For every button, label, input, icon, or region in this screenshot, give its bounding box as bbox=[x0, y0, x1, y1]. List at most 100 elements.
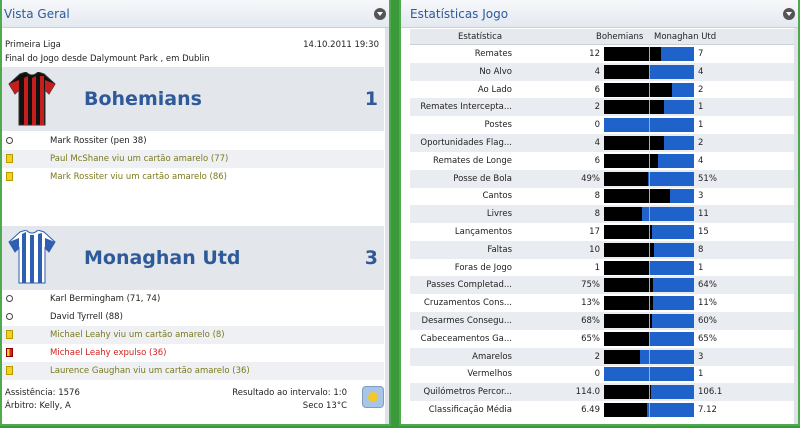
event-text: Mark Rossiter viu um cartão amarelo (86) bbox=[50, 172, 227, 182]
stat-away-value: 2 bbox=[698, 138, 704, 148]
stat-label: Livres bbox=[486, 209, 512, 220]
match-status: Final do Jogo desde Dalymount Park , em … bbox=[5, 54, 210, 64]
stat-bar-divider bbox=[649, 260, 650, 275]
stat-away-value: 2 bbox=[698, 84, 704, 95]
referee: Árbitro: Kelly, A bbox=[5, 401, 71, 411]
stat-label: Lançamentos bbox=[454, 227, 512, 237]
stat-label: Amarelos bbox=[472, 351, 512, 362]
away-shirt-icon bbox=[8, 230, 56, 284]
stat-home-value: 0 bbox=[594, 120, 600, 131]
stat-bar bbox=[604, 242, 694, 257]
stat-bar-home bbox=[604, 225, 652, 239]
stat-row: Cabeceamentos Ga... 65% 65% bbox=[410, 330, 794, 348]
stat-label: Postes bbox=[484, 120, 512, 131]
home-shirt-icon bbox=[8, 72, 56, 126]
halftime-result: Resultado ao intervalo: 1:0 bbox=[232, 388, 347, 398]
event-text: Laurence Gaughan viu um cartão amarelo (… bbox=[50, 366, 250, 376]
stat-away-value: 11 bbox=[698, 209, 709, 220]
stat-bar-home bbox=[604, 314, 652, 328]
stat-bar-divider bbox=[649, 171, 650, 186]
goal-ball-icon bbox=[6, 313, 13, 320]
home-team-block: Bohemians 1 bbox=[2, 67, 384, 131]
stat-bar-divider bbox=[649, 403, 650, 417]
stats-scrollbar[interactable] bbox=[794, 28, 798, 424]
stat-bar-divider bbox=[649, 100, 650, 115]
stat-home-value: 75% bbox=[581, 280, 600, 291]
stat-away-value: 7 bbox=[698, 49, 704, 59]
goal-ball-icon bbox=[6, 137, 13, 144]
stat-home-value: 8 bbox=[594, 209, 600, 220]
stat-away-value: 1 bbox=[698, 102, 704, 113]
stat-away-value: 1 bbox=[698, 262, 704, 273]
overview-collapse-icon[interactable] bbox=[374, 8, 386, 20]
away-team-name[interactable]: Monaghan Utd bbox=[84, 247, 241, 269]
stat-away-value: 106.1 bbox=[698, 387, 723, 398]
weather-text: Seco 13°C bbox=[302, 401, 347, 411]
stat-bar bbox=[604, 367, 694, 382]
stat-bar-divider bbox=[649, 242, 650, 257]
stat-bar-divider bbox=[649, 207, 650, 222]
stat-bar-home bbox=[604, 349, 640, 364]
stat-bar bbox=[604, 331, 694, 346]
stat-away-value: 8 bbox=[698, 244, 704, 255]
stat-bar-home bbox=[604, 403, 648, 417]
home-team-name[interactable]: Bohemians bbox=[84, 88, 202, 110]
stat-bar-divider bbox=[649, 296, 650, 311]
stat-bar-divider bbox=[649, 385, 650, 400]
away-event-yellow: Laurence Gaughan viu um cartão amarelo (… bbox=[2, 362, 384, 380]
stats-collapse-icon[interactable] bbox=[783, 8, 795, 20]
stat-label: Cabeceamentos Ga... bbox=[420, 333, 512, 344]
col-home-header[interactable]: Bohemians bbox=[596, 32, 643, 42]
home-event-yellow: Mark Rossiter viu um cartão amarelo (86) bbox=[2, 168, 384, 186]
stat-row: No Alvo 4 4 bbox=[410, 62, 794, 81]
match-stats-panel: Estatísticas Jogo Estatística Bohemians … bbox=[399, 0, 800, 426]
stat-away-value: 15 bbox=[698, 227, 709, 237]
stats-title: Estatísticas Jogo bbox=[410, 7, 509, 21]
match-overview-panel: Vista Geral Primeira Liga 14.10.2011 19:… bbox=[0, 0, 391, 426]
goal-ball-icon bbox=[6, 295, 13, 302]
stat-label: Foras de Jogo bbox=[454, 262, 512, 273]
stat-bar-divider bbox=[649, 136, 650, 150]
competition-name: Primeira Liga bbox=[5, 40, 61, 50]
stat-bar bbox=[604, 260, 694, 275]
stat-bar bbox=[604, 136, 694, 150]
stat-bar-divider bbox=[649, 153, 650, 168]
overview-title: Vista Geral bbox=[4, 7, 70, 21]
stat-bar-divider bbox=[649, 331, 650, 346]
stat-bar bbox=[604, 82, 694, 97]
stat-label: Remates de Longe bbox=[432, 155, 512, 166]
stat-bar bbox=[604, 153, 694, 168]
overview-scrollbar[interactable] bbox=[385, 28, 389, 424]
stat-bar bbox=[604, 47, 694, 61]
away-team-score: 3 bbox=[364, 247, 378, 269]
stats-panel-header: Estatísticas Jogo bbox=[401, 0, 798, 28]
stat-bar-home bbox=[604, 82, 672, 97]
yellow-card-icon bbox=[6, 366, 13, 375]
stat-away-value: 7.12 bbox=[698, 405, 717, 415]
stat-label: Cruzamentos Cons... bbox=[423, 298, 512, 309]
stat-row: Postes 0 1 bbox=[410, 116, 794, 134]
stat-bar-divider bbox=[649, 189, 650, 204]
event-text: Karl Bermingham (71, 74) bbox=[50, 294, 161, 304]
stat-row: Posse de Bola 49% 51% bbox=[410, 169, 794, 188]
yellow-card-icon bbox=[6, 154, 13, 163]
stat-bar bbox=[604, 64, 694, 79]
stat-row: Ao Lado 6 2 bbox=[410, 81, 794, 99]
attendance: Assistência: 1576 bbox=[5, 388, 80, 398]
stat-bar-home bbox=[604, 64, 649, 79]
stat-row: Passes Completad... 75% 64% bbox=[410, 276, 794, 295]
stat-bar-home bbox=[604, 47, 661, 61]
stat-row: Cruzamentos Cons... 13% 11% bbox=[410, 294, 794, 312]
stat-row: Foras de Jogo 1 1 bbox=[410, 259, 794, 277]
col-stat-header[interactable]: Estatística bbox=[458, 32, 502, 42]
stat-bar-divider bbox=[649, 64, 650, 79]
col-away-header[interactable]: Monaghan Utd bbox=[654, 32, 716, 42]
stat-away-value: 60% bbox=[698, 316, 717, 326]
stat-bar bbox=[604, 118, 694, 133]
yellow-card-icon bbox=[6, 330, 13, 339]
stat-home-value: 4 bbox=[594, 66, 600, 77]
stat-label: Quilómetros Percor... bbox=[423, 387, 512, 398]
stat-home-value: 68% bbox=[581, 316, 600, 326]
stat-home-value: 6.49 bbox=[581, 405, 600, 415]
stat-bar-home bbox=[604, 136, 665, 150]
